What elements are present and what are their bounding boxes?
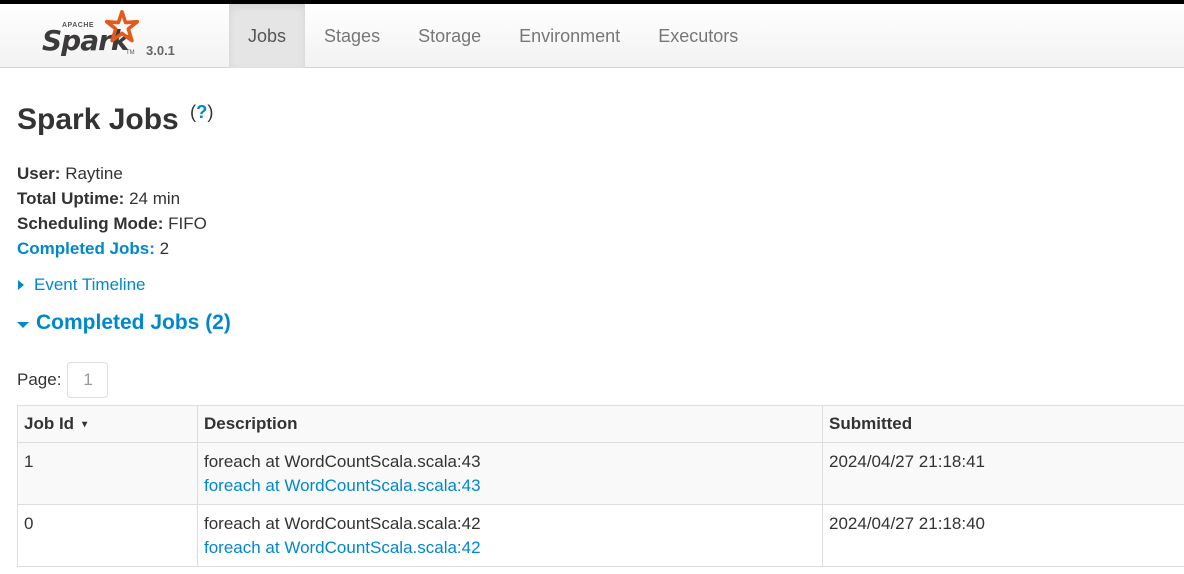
tab-jobs[interactable]: Jobs <box>229 4 306 68</box>
pagination: Page: 1 <box>17 362 109 398</box>
page-title: Spark Jobs <box>17 103 179 136</box>
help-icon[interactable]: ? <box>196 101 207 122</box>
header-job-id-label: Job Id <box>24 414 75 433</box>
navbar: APACHE Spark TM 3.0.1 Jobs Stages Storag… <box>0 4 1184 68</box>
cell-submitted: 2024/04/27 21:18:41 <box>822 442 1184 505</box>
logo-tm: TM <box>126 50 135 56</box>
cell-description: foreach at WordCountScala.scala:42 forea… <box>197 504 823 567</box>
page-button-1[interactable]: 1 <box>67 362 109 398</box>
event-timeline-toggle[interactable]: Event Timeline <box>18 275 146 295</box>
cell-description: foreach at WordCountScala.scala:43 forea… <box>197 442 823 505</box>
spark-star-icon <box>104 10 140 43</box>
completed-jobs-heading: Completed Jobs (2) <box>36 311 231 334</box>
header-description[interactable]: Description <box>197 405 823 443</box>
tab-environment[interactable]: Environment <box>500 4 639 68</box>
cell-job-id: 0 <box>17 504 198 567</box>
user-label: User: <box>17 164 61 183</box>
summary-list: User: Raytine Total Uptime: 24 min Sched… <box>17 161 207 261</box>
completed-jobs-value: 2 <box>159 239 170 258</box>
help-link[interactable]: (?) <box>190 101 213 132</box>
cell-submitted: 2024/04/27 21:18:40 <box>822 504 1184 567</box>
help-close-paren: ) <box>207 101 214 122</box>
expand-arrow-icon <box>18 280 24 290</box>
version-label: 3.0.1 <box>146 43 175 58</box>
scheduling-mode-value: FIFO <box>168 214 207 233</box>
table-row: 1 foreach at WordCountScala.scala:43 for… <box>17 442 1184 505</box>
completed-jobs-link[interactable]: Completed Jobs: <box>17 239 155 258</box>
page-label: Page: <box>17 370 62 389</box>
header-job-id[interactable]: Job Id ▾ <box>17 405 198 443</box>
table-row: 0 foreach at WordCountScala.scala:42 for… <box>17 504 1184 567</box>
cell-job-id: 1 <box>17 442 198 505</box>
tab-executors[interactable]: Executors <box>639 4 757 68</box>
completed-jobs-table: Job Id ▾ Description Submitted 1 foreach … <box>17 405 1184 567</box>
sort-desc-icon: ▾ <box>82 419 88 431</box>
summary-scheduling-mode: Scheduling Mode: FIFO <box>17 211 207 236</box>
event-timeline-label: Event Timeline <box>34 275 146 294</box>
description-text: foreach at WordCountScala.scala:42 <box>204 514 481 533</box>
uptime-value: 24 min <box>129 189 181 208</box>
description-link[interactable]: foreach at WordCountScala.scala:43 <box>204 474 816 498</box>
user-value: Raytine <box>65 164 123 183</box>
completed-jobs-section-toggle[interactable]: Completed Jobs (2) <box>17 311 231 335</box>
summary-user: User: Raytine <box>17 161 207 186</box>
summary-uptime: Total Uptime: 24 min <box>17 186 207 211</box>
spark-logo[interactable]: APACHE Spark TM 3.0.1 <box>40 8 190 66</box>
uptime-label: Total Uptime: <box>17 189 125 208</box>
description-link[interactable]: foreach at WordCountScala.scala:42 <box>204 536 816 560</box>
nav-tabs: Jobs Stages Storage Environment Executor… <box>229 4 757 68</box>
tab-storage[interactable]: Storage <box>399 4 500 68</box>
tab-stages[interactable]: Stages <box>305 4 399 68</box>
table-header-row: Job Id ▾ Description Submitted <box>17 405 1184 443</box>
collapse-arrow-icon <box>17 321 29 328</box>
scheduling-mode-label: Scheduling Mode: <box>17 214 164 233</box>
header-submitted[interactable]: Submitted <box>822 405 1184 443</box>
summary-completed-jobs: Completed Jobs: 2 <box>17 236 207 261</box>
description-text: foreach at WordCountScala.scala:43 <box>204 452 481 471</box>
